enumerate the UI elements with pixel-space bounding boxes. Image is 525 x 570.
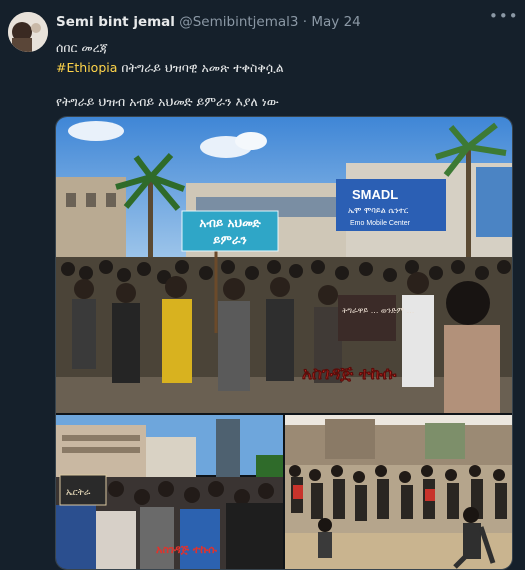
photo-1-caption: አስገዳጅ ተኩሱ bbox=[302, 364, 397, 384]
tweet-date[interactable]: May 24 bbox=[311, 14, 360, 30]
tweet-text-line-3: የትግራይ ህዝብ አብይ አህመድ ይምራን እያለ ነው bbox=[56, 94, 279, 109]
photo-3[interactable] bbox=[285, 415, 512, 569]
banner-text-line-2: ይምራን bbox=[213, 233, 247, 247]
tweet-text-line-2-rest: በትግራይ ህዝባዊ አመጽ ተቀስቅሷል bbox=[117, 60, 284, 75]
banner-text-line-1: አብይ አህመድ bbox=[199, 216, 261, 230]
protest-sign-text: ትግራዋይ ... ወንድም ... bbox=[342, 306, 414, 315]
author-handle[interactable]: @Semibintjemal3 bbox=[179, 14, 298, 30]
hashtag-link[interactable]: #Ethiopia bbox=[56, 60, 117, 75]
tweet-text-line-2: #Ethiopia በትግራይ ህዝባዊ አመጽ ተቀስቅሷል bbox=[56, 60, 284, 76]
photo-2-caption: አስገዳጅ ተኩሱ bbox=[156, 543, 217, 556]
store-sign-brand: SMADL bbox=[352, 187, 398, 202]
tweet-header: Semi bint jemal @Semibintjemal3 · May 24 bbox=[56, 14, 515, 34]
photo-2-sign-text: ኤርትራ bbox=[66, 488, 91, 498]
separator: · bbox=[302, 14, 308, 30]
store-sign-line-2: ኤሞ ሞባይል ሴንተር bbox=[348, 206, 409, 215]
media-grid: SMADL ኤሞ ሞባይል ሴንተር Emo Mobile Center አብይ… bbox=[55, 116, 513, 570]
tweet-text-line-1: ሰበር መረጃ bbox=[56, 40, 108, 55]
avatar-image bbox=[8, 12, 48, 52]
more-dots-icon[interactable]: ••• bbox=[489, 9, 518, 26]
store-sign-line-3: Emo Mobile Center bbox=[350, 220, 411, 227]
photo-1[interactable]: SMADL ኤሞ ሞባይል ሴንተር Emo Mobile Center አብይ… bbox=[56, 117, 512, 413]
photo-2[interactable]: ኤርትራ አስገዳጅ ተኩሱ bbox=[56, 415, 283, 569]
tweet-card[interactable]: Semi bint jemal @Semibintjemal3 · May 24… bbox=[0, 0, 525, 570]
avatar[interactable] bbox=[8, 12, 48, 52]
author-name[interactable]: Semi bint jemal bbox=[56, 14, 175, 30]
